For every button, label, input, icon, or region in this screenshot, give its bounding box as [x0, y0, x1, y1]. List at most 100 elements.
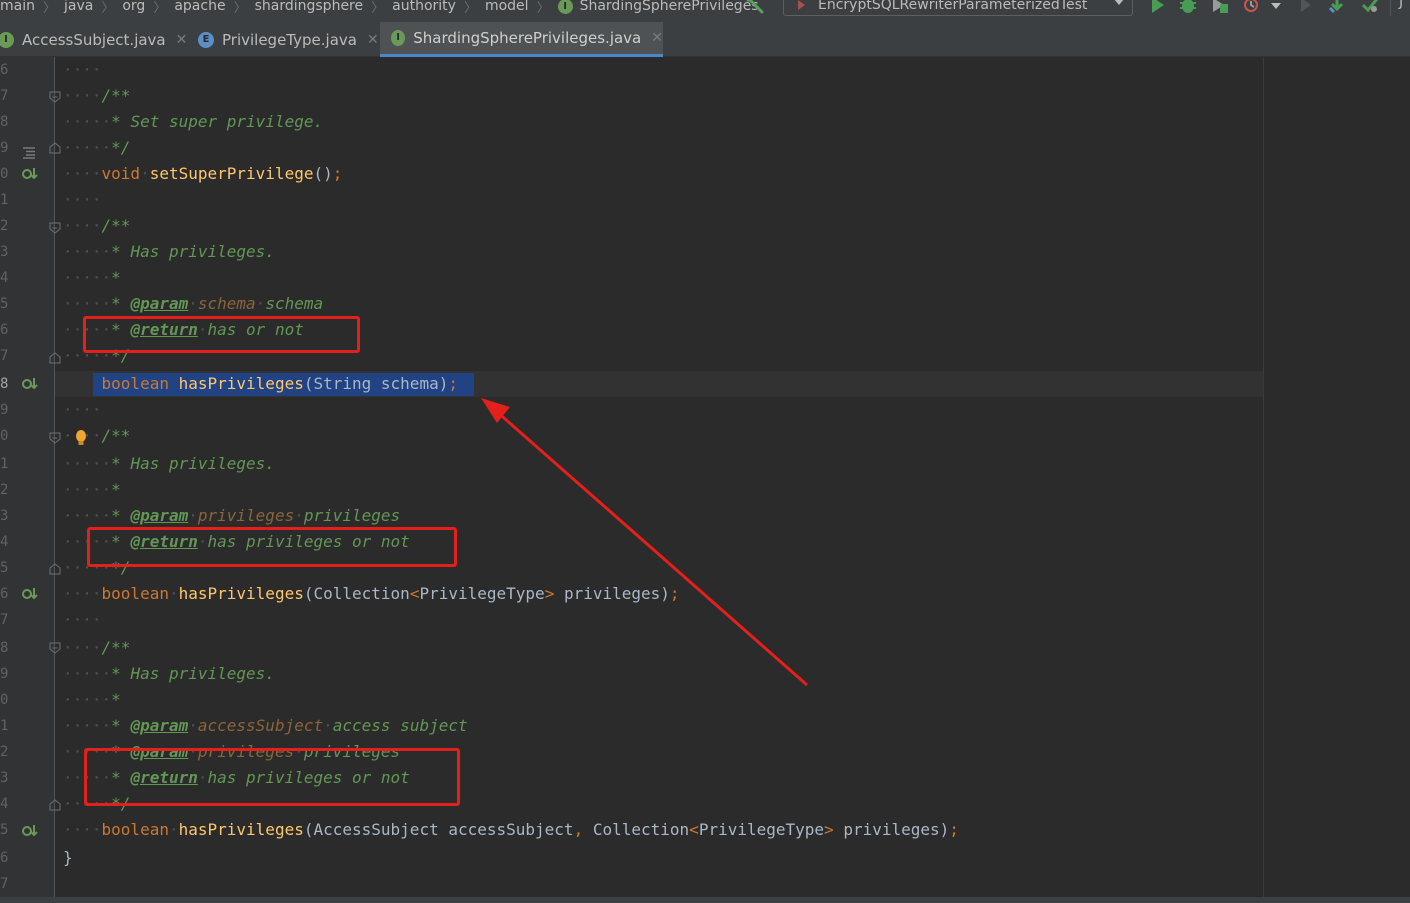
tab-sharding-sphere-privileges[interactable]: I ShardingSpherePrivileges.java ✕ [380, 22, 663, 57]
interface-icon: I [391, 30, 406, 46]
tab-label: AccessSubject.java [22, 30, 166, 49]
doc-comment-star: * [111, 294, 131, 313]
doc-comment-text: * Has privileges. [111, 242, 275, 261]
code-line: 7 [0, 871, 1410, 897]
fold-end-icon[interactable] [49, 563, 61, 575]
close-icon[interactable]: ✕ [651, 30, 663, 46]
code-line: 3 ·····* @param·privileges·privileges [0, 503, 1410, 529]
stop-icon[interactable] [1296, 0, 1316, 14]
code-line: 5 ····boolean·hasPrivileges(AccessSubjec… [0, 817, 1410, 843]
fold-end-icon[interactable] [49, 799, 61, 811]
code-line: 6 ···· [0, 57, 1410, 83]
line-number: 5 [0, 822, 9, 838]
line-number: 8 [0, 376, 9, 392]
tab-privilege-type[interactable]: E PrivilegeType.java ✕ [188, 22, 380, 57]
doc-comment-open: /** [101, 638, 131, 657]
semicolon: ; [949, 820, 959, 839]
structure-icon[interactable] [22, 147, 36, 159]
profile-icon[interactable] [1242, 0, 1262, 14]
code-line: 1 ···· [0, 187, 1410, 213]
code-line: 0 ····/** [0, 423, 1410, 449]
fold-end-icon[interactable] [49, 352, 61, 364]
code-line: 2 ····/** [0, 213, 1410, 239]
line-number: 7 [0, 612, 9, 628]
line-number: 8 [0, 640, 9, 656]
fold-collapse-icon[interactable] [49, 91, 61, 103]
annotation-box-return-has-privileges-2 [84, 748, 460, 806]
closing-brace: } [63, 848, 73, 867]
line-number: 6 [0, 322, 9, 338]
tab-access-subject[interactable]: I AccessSubject.java ✕ [0, 22, 188, 57]
close-icon[interactable]: ✕ [176, 32, 188, 48]
semicolon: ; [332, 164, 343, 183]
comma: , [573, 820, 584, 839]
method-name: setSuperPrivilege [149, 164, 314, 183]
implemented-method-icon[interactable] [21, 376, 39, 392]
method-name: hasPrivileges [178, 374, 304, 393]
dropdown-arrow-icon [1114, 0, 1124, 5]
coverage-icon[interactable] [1210, 0, 1230, 14]
chevron-right-icon: 〉 [463, 0, 477, 16]
line-number: 7 [0, 348, 9, 364]
toolbar-overflow-label[interactable]: J [1399, 0, 1403, 10]
code-line: 9 ···· [0, 397, 1410, 423]
javadoc-param-desc: schema [265, 294, 324, 313]
javadoc-param-name: schema [197, 294, 256, 313]
code-line-current: 8 ····boolean·hasPrivileges(String schem… [0, 371, 1410, 397]
line-number: 6 [0, 62, 9, 78]
code-line: 6 } [0, 845, 1410, 871]
code-line: 6 ····boolean·hasPrivileges(Collection<P… [0, 581, 1410, 607]
line-number: 3 [0, 244, 9, 260]
breadcrumb-item-main[interactable]: main [0, 0, 35, 14]
intention-lightbulb-icon[interactable] [73, 429, 89, 449]
breadcrumb-item-model[interactable]: model [485, 0, 529, 14]
run-configuration-selector[interactable]: EncryptSQLRewriterParameterizedTest [783, 0, 1133, 16]
implemented-method-icon[interactable] [21, 166, 39, 182]
tab-label: PrivilegeType.java [222, 30, 357, 49]
editor-bottom-edge [0, 897, 1410, 903]
close-icon[interactable]: ✕ [367, 32, 379, 48]
implemented-method-icon[interactable] [21, 586, 39, 602]
breadcrumb-item-apache[interactable]: apache [174, 0, 225, 14]
implemented-method-icon[interactable] [21, 823, 39, 839]
javadoc-param-name: privileges [197, 506, 295, 525]
breadcrumb-item-shardingsphere[interactable]: shardingsphere [255, 0, 364, 14]
run-icon[interactable] [1147, 0, 1167, 14]
code-line: 4 ·····* [0, 265, 1410, 291]
doc-comment-open: /** [101, 426, 131, 445]
fold-end-icon[interactable] [49, 142, 61, 154]
code-line: 8 ·····* Set super privilege. [0, 109, 1410, 135]
fold-collapse-icon[interactable] [49, 642, 61, 654]
chevron-right-icon: 〉 [153, 0, 167, 16]
javadoc-tag: @param [130, 716, 189, 735]
method-params: (AccessSubject accessSubject [303, 820, 574, 839]
line-number: 0 [0, 692, 9, 708]
navigation-bar: main 〉 java 〉 org 〉 apache 〉 shardingsph… [0, 0, 1410, 22]
breadcrumb-item-authority[interactable]: authority [392, 0, 456, 14]
fold-collapse-icon[interactable] [49, 222, 61, 234]
doc-comment-star: * [111, 716, 131, 735]
line-number: 2 [0, 218, 9, 234]
breadcrumb-item-org[interactable]: org [122, 0, 145, 14]
git-update-icon[interactable] [1327, 0, 1347, 14]
run-configuration-label: EncryptSQLRewriterParameterizedTest [818, 0, 1088, 13]
breadcrumb: main 〉 java 〉 org 〉 apache 〉 shardingsph… [0, 0, 759, 17]
code-line: 1 ·····* Has privileges. [0, 451, 1410, 477]
javadoc-param-name: accessSubject [197, 716, 324, 735]
debug-icon[interactable] [1178, 0, 1198, 14]
method-params: () [313, 164, 333, 183]
chevron-right-icon: 〉 [371, 0, 385, 16]
toolbar-divider [1390, 0, 1391, 16]
tab-label: ShardingSpherePrivileges.java [413, 29, 642, 47]
code-line: 5 ·····* @param·schema·schema [0, 291, 1410, 317]
more-run-options-icon[interactable] [1270, 0, 1282, 14]
line-number: 1 [0, 456, 9, 472]
git-commit-icon[interactable] [1360, 0, 1380, 14]
doc-comment-text: * [111, 480, 121, 499]
method-params: (String schema) [303, 374, 449, 393]
fold-collapse-icon[interactable] [49, 432, 61, 444]
breadcrumb-item-java[interactable]: java [64, 0, 93, 14]
build-hammer-icon[interactable] [746, 0, 766, 15]
line-number: 5 [0, 296, 9, 312]
breadcrumb-item-file[interactable]: I ShardingSpherePrivileges [557, 0, 759, 14]
